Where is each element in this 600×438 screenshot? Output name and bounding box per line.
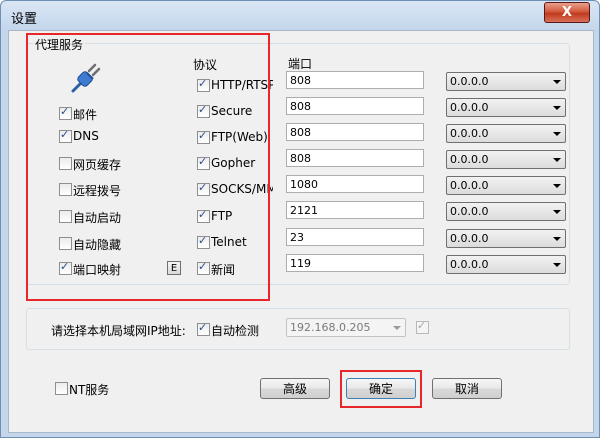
address-select-value: 0.0.0.0 <box>450 75 489 88</box>
address-select-value: 0.0.0.0 <box>450 179 489 192</box>
auto-detect-checkbox[interactable] <box>197 321 210 336</box>
address-select-gopher[interactable]: 0.0.0.0 <box>446 150 566 169</box>
cancel-button[interactable]: 取消 <box>432 378 502 399</box>
port-input-gopher[interactable]: 808 <box>286 149 424 167</box>
settings-window: 设置 X 代理服务 协议 端口 邮件 DNS 网页缓存 远程拨号 自动启动 <box>0 0 600 438</box>
address-select-ftp[interactable]: 0.0.0.0 <box>446 202 566 221</box>
advanced-button[interactable]: 高级 <box>260 378 330 399</box>
chevron-down-icon <box>553 237 561 241</box>
chevron-down-icon <box>553 210 561 214</box>
port-input-ftp[interactable]: 2121 <box>286 201 424 219</box>
lan-ip-confirm-checkbox[interactable] <box>416 319 429 334</box>
address-select-socks[interactable]: 0.0.0.0 <box>446 176 566 195</box>
address-select-http[interactable]: 0.0.0.0 <box>446 72 566 91</box>
highlight-box-ok <box>340 370 422 408</box>
port-input-ftp-web[interactable]: 808 <box>286 123 424 141</box>
port-input-news[interactable]: 119 <box>286 254 424 272</box>
chevron-down-icon <box>553 184 561 188</box>
address-select-value: 0.0.0.0 <box>450 101 489 114</box>
nt-service-checkbox[interactable] <box>55 382 68 395</box>
port-input-socks[interactable]: 1080 <box>286 175 424 193</box>
address-select-secure[interactable]: 0.0.0.0 <box>446 98 566 117</box>
nt-service-label: NT服务 <box>69 383 110 397</box>
dialog-body: 代理服务 协议 端口 邮件 DNS 网页缓存 远程拨号 自动启动 自动隐藏 端口… <box>8 30 594 433</box>
lan-ip-value: 192.168.0.205 <box>290 321 371 334</box>
address-select-telnet[interactable]: 0.0.0.0 <box>446 229 566 248</box>
address-select-value: 0.0.0.0 <box>450 153 489 166</box>
auto-detect-label: 自动检测 <box>211 324 260 338</box>
address-select-ftp-web[interactable]: 0.0.0.0 <box>446 124 566 143</box>
chevron-down-icon <box>553 132 561 136</box>
address-select-value: 0.0.0.0 <box>450 205 489 218</box>
address-select-news[interactable]: 0.0.0.0 <box>446 255 566 274</box>
port-input-telnet[interactable]: 23 <box>286 228 424 246</box>
chevron-down-icon <box>393 326 401 330</box>
window-title: 设置 <box>11 12 38 27</box>
chevron-down-icon <box>553 158 561 162</box>
address-select-value: 0.0.0.0 <box>450 258 489 271</box>
chevron-down-icon <box>553 106 561 110</box>
highlight-box-services <box>26 33 270 301</box>
port-input-http[interactable]: 808 <box>286 71 424 89</box>
close-icon: X <box>561 5 573 20</box>
address-select-value: 0.0.0.0 <box>450 127 489 140</box>
port-input-secure[interactable]: 808 <box>286 97 424 115</box>
title-bar[interactable]: 设置 X <box>1 1 599 31</box>
chevron-down-icon <box>553 263 561 267</box>
close-button[interactable]: X <box>544 2 590 23</box>
chevron-down-icon <box>553 80 561 84</box>
lan-ip-label: 请选择本机局域网IP地址: <box>51 324 186 338</box>
port-header: 端口 <box>288 57 313 71</box>
lan-ip-select[interactable]: 192.168.0.205 <box>286 318 406 337</box>
address-select-value: 0.0.0.0 <box>450 232 489 245</box>
